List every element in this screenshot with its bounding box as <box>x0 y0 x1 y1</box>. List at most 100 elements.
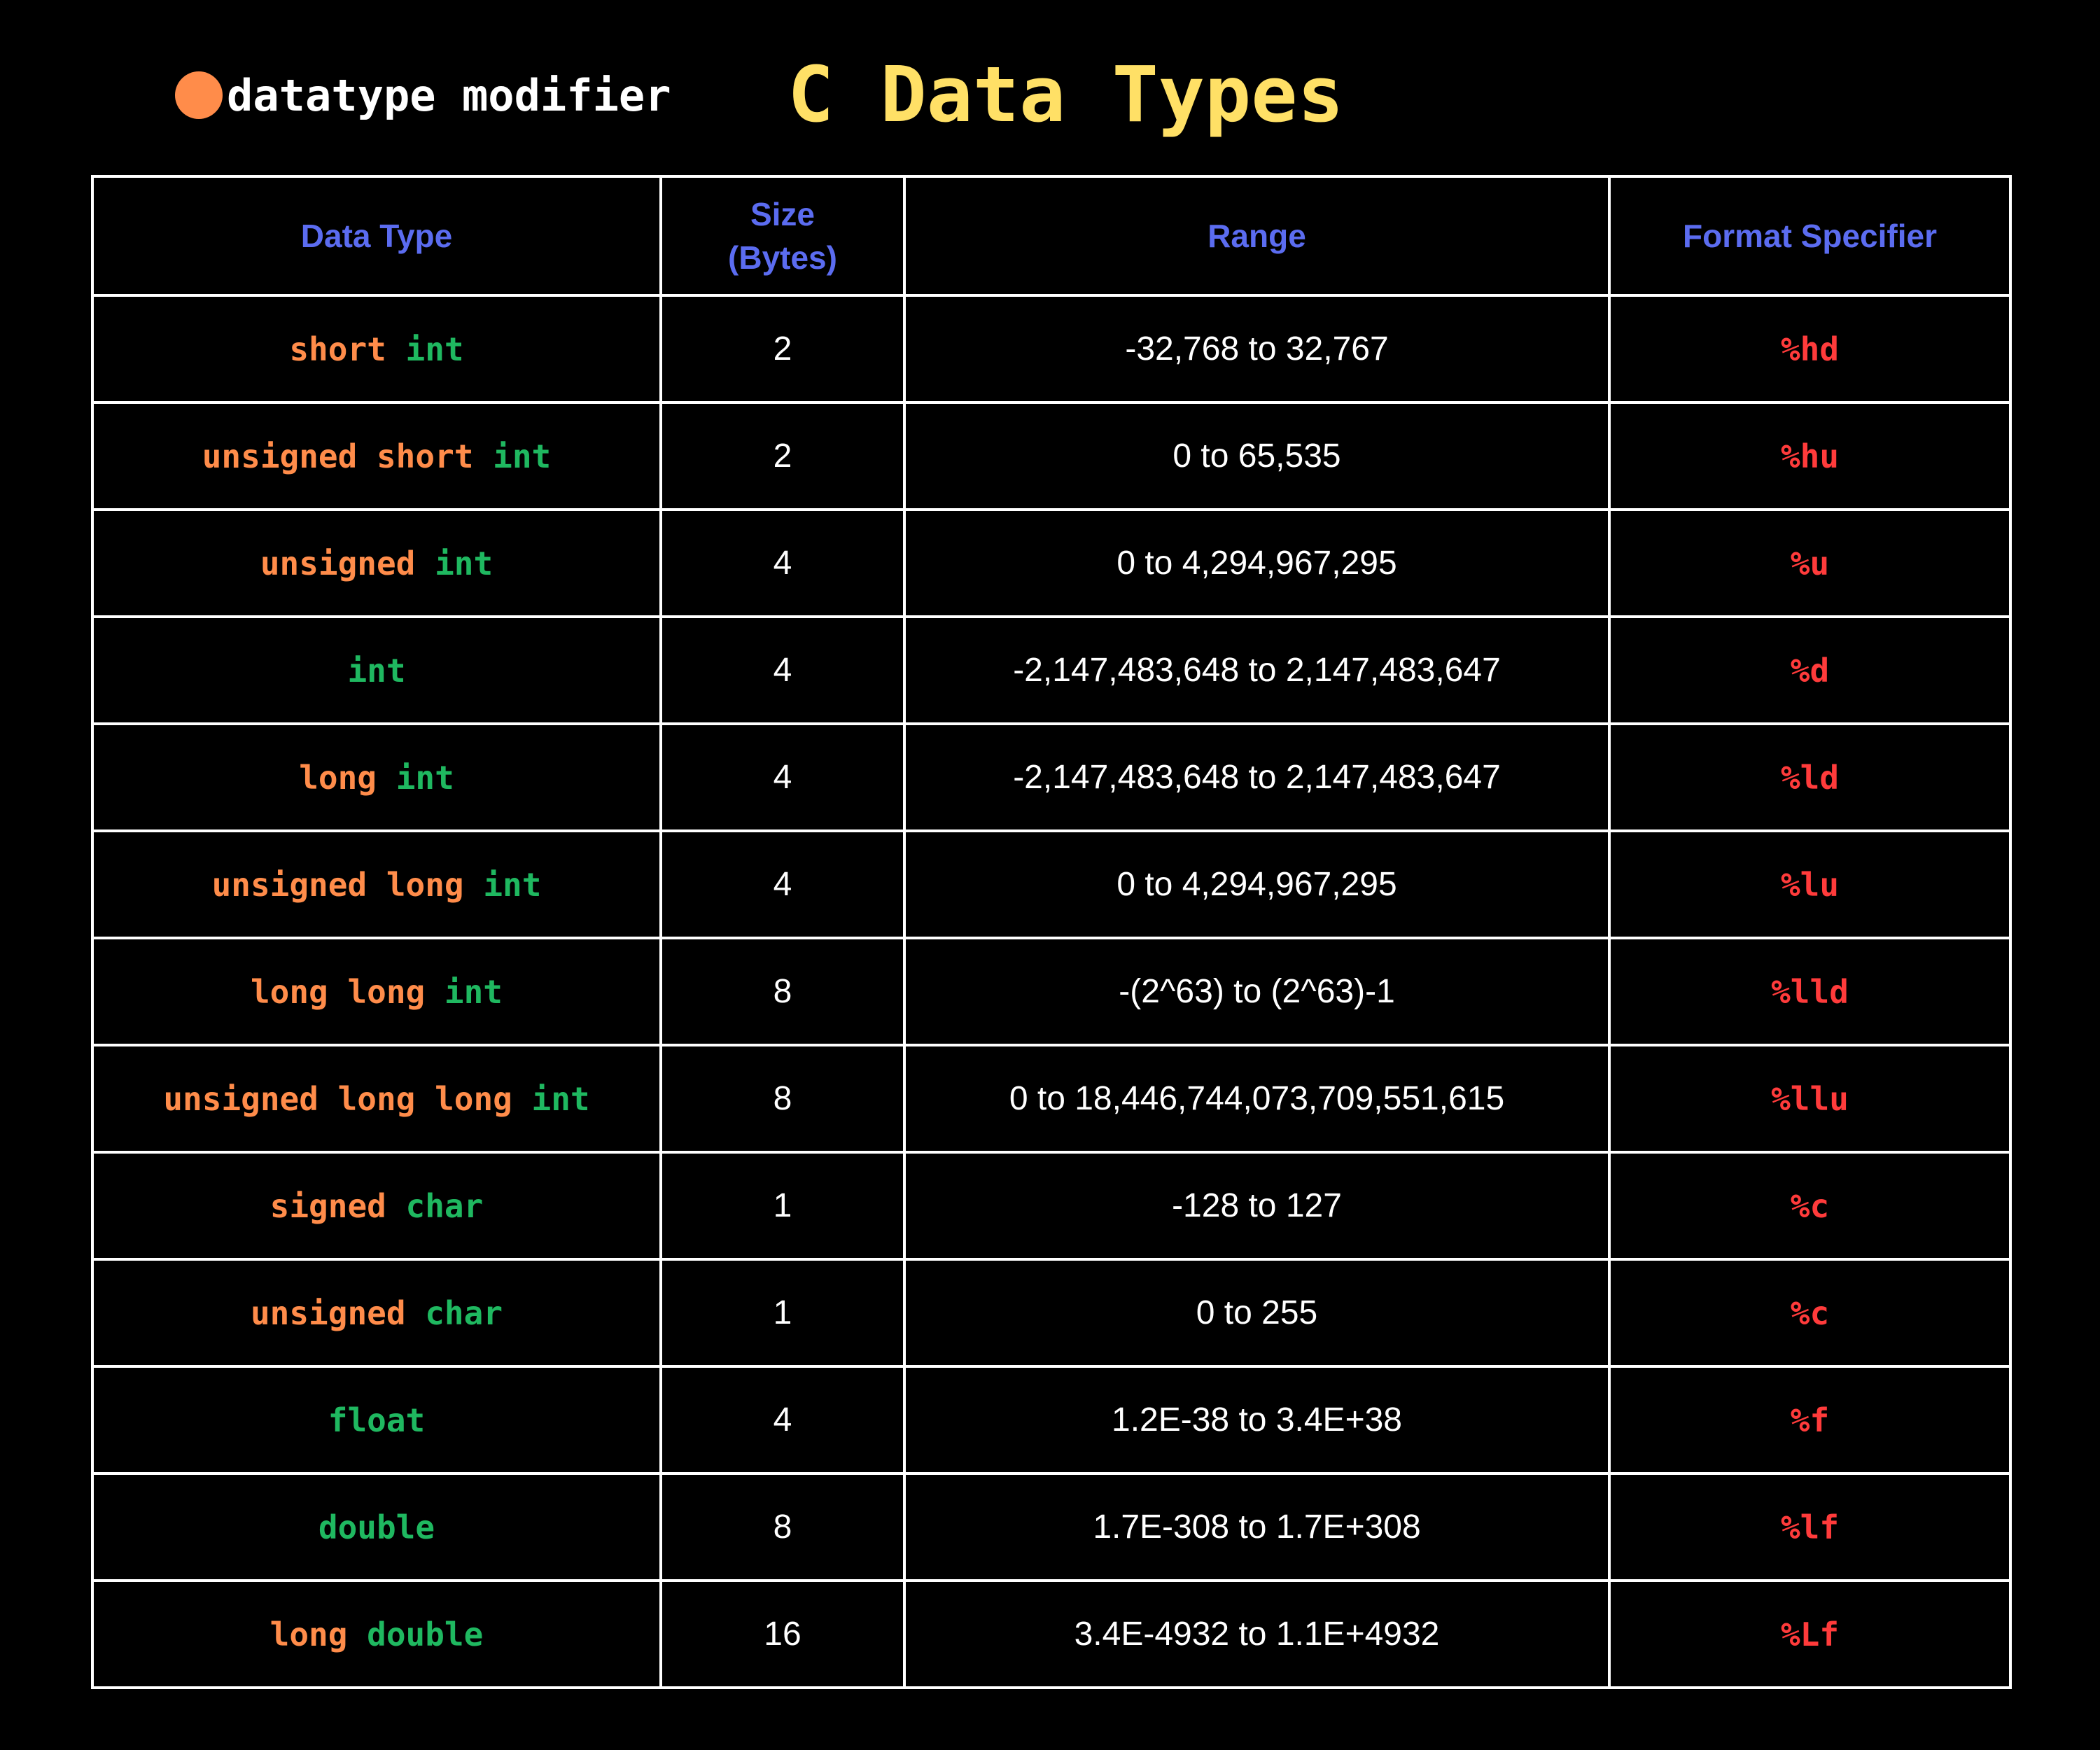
datatype-modifier: unsigned long <box>211 865 464 904</box>
datatype-base: int <box>493 437 552 475</box>
table-row: unsigned short int 2 0 to 65,535 %hu <box>91 401 2012 511</box>
cell-format-specifier: %f <box>1608 1365 2012 1475</box>
legend: datatype modifier <box>175 67 671 123</box>
cell-range: 0 to 255 <box>903 1258 1611 1368</box>
datatype-modifier: long long <box>250 972 426 1011</box>
cell-data-type: int <box>91 615 662 725</box>
cell-format-specifier: %lu <box>1608 830 2012 939</box>
page-title: C Data Types <box>788 50 1344 139</box>
datatype-base: char <box>405 1186 484 1225</box>
cell-format-specifier: %llu <box>1608 1044 2012 1154</box>
table-row: long int 4 -2,147,483,648 to 2,147,483,647… <box>91 722 2012 832</box>
table-row: long long int 8 -(2^63) to (2^63)-1 %lld <box>91 937 2012 1046</box>
datatype-base: int <box>483 865 542 904</box>
cell-range: 3.4E-4932 to 1.1E+4932 <box>903 1579 1611 1689</box>
cell-data-type: long double <box>91 1579 662 1689</box>
table-header-row: Data Type Size (Bytes) Range Format Spec… <box>91 175 2012 297</box>
header-data-type: Data Type <box>91 175 662 297</box>
datatype-modifier: signed <box>270 1186 386 1225</box>
cell-range: -(2^63) to (2^63)-1 <box>903 937 1611 1046</box>
cell-format-specifier: %c <box>1608 1151 2012 1261</box>
datatype-modifier: unsigned <box>260 544 416 582</box>
cell-range: 1.7E-308 to 1.7E+308 <box>903 1472 1611 1582</box>
cell-size: 4 <box>659 508 906 618</box>
datatype-modifier: long <box>299 758 377 797</box>
cell-format-specifier: %Lf <box>1608 1579 2012 1689</box>
datatype-base: int <box>347 651 406 690</box>
cell-size: 4 <box>659 722 906 832</box>
cell-data-type: float <box>91 1365 662 1475</box>
cell-size: 2 <box>659 294 906 404</box>
data-types-table: Data Type Size (Bytes) Range Format Spec… <box>91 175 2012 1689</box>
table-row: double 8 1.7E-308 to 1.7E+308 %lf <box>91 1472 2012 1582</box>
header-format-specifier: Format Specifier <box>1608 175 2012 297</box>
table-row: unsigned long int 4 0 to 4,294,967,295 %lu <box>91 830 2012 939</box>
datatype-base: char <box>425 1294 503 1332</box>
cell-size: 8 <box>659 1472 906 1582</box>
table-row: int 4 -2,147,483,648 to 2,147,483,647 %d <box>91 615 2012 725</box>
datatype-modifier: unsigned <box>250 1294 406 1332</box>
header-size-line2: (Bytes) <box>728 239 837 276</box>
cell-range: 0 to 65,535 <box>903 401 1611 511</box>
header-range: Range <box>903 175 1611 297</box>
header-size: Size (Bytes) <box>659 175 906 297</box>
cell-range: 0 to 4,294,967,295 <box>903 830 1611 939</box>
cell-data-type: long long int <box>91 937 662 1046</box>
cell-size: 4 <box>659 615 906 725</box>
datatype-modifier: unsigned long long <box>163 1079 512 1118</box>
header-size-line1: Size <box>750 196 816 232</box>
cell-range: 0 to 18,446,744,073,709,551,615 <box>903 1044 1611 1154</box>
cell-range: -2,147,483,648 to 2,147,483,647 <box>903 615 1611 725</box>
datatype-modifier: short <box>289 330 386 368</box>
cell-range: 0 to 4,294,967,295 <box>903 508 1611 618</box>
cell-size: 2 <box>659 401 906 511</box>
datatype-base: double <box>318 1508 435 1546</box>
cell-range: 1.2E-38 to 3.4E+38 <box>903 1365 1611 1475</box>
legend-label: datatype modifier <box>227 69 671 121</box>
datatype-base: int <box>444 972 503 1011</box>
cell-size: 8 <box>659 937 906 1046</box>
cell-data-type: long int <box>91 722 662 832</box>
table-row: unsigned int 4 0 to 4,294,967,295 %u <box>91 508 2012 618</box>
legend-dot-icon <box>175 71 223 119</box>
table-row: unsigned long long int 8 0 to 18,446,744,0… <box>91 1044 2012 1154</box>
cell-format-specifier: %hd <box>1608 294 2012 404</box>
cell-data-type: unsigned long long int <box>91 1044 662 1154</box>
datatype-base: int <box>396 758 454 797</box>
cell-format-specifier: %hu <box>1608 401 2012 511</box>
table-row: unsigned char 1 0 to 255 %c <box>91 1258 2012 1368</box>
cell-range: -32,768 to 32,767 <box>903 294 1611 404</box>
datatype-base: int <box>405 330 464 368</box>
cell-format-specifier: %c <box>1608 1258 2012 1368</box>
datatype-base: int <box>435 544 493 582</box>
cell-format-specifier: %lf <box>1608 1472 2012 1582</box>
table-row: float 4 1.2E-38 to 3.4E+38 %f <box>91 1365 2012 1475</box>
datatype-base: double <box>367 1615 484 1653</box>
cell-size: 4 <box>659 1365 906 1475</box>
datatype-modifier: long <box>270 1615 348 1653</box>
cell-range: -2,147,483,648 to 2,147,483,647 <box>903 722 1611 832</box>
datatype-base: int <box>531 1079 590 1118</box>
cell-data-type: double <box>91 1472 662 1582</box>
cell-size: 4 <box>659 830 906 939</box>
cell-range: -128 to 127 <box>903 1151 1611 1261</box>
cell-format-specifier: %ld <box>1608 722 2012 832</box>
cell-data-type: unsigned char <box>91 1258 662 1368</box>
cell-data-type: signed char <box>91 1151 662 1261</box>
cell-format-specifier: %d <box>1608 615 2012 725</box>
cell-size: 16 <box>659 1579 906 1689</box>
table-row: short int 2 -32,768 to 32,767 %hd <box>91 294 2012 404</box>
cell-data-type: unsigned int <box>91 508 662 618</box>
cell-data-type: unsigned short int <box>91 401 662 511</box>
cell-data-type: short int <box>91 294 662 404</box>
table-row: signed char 1 -128 to 127 %c <box>91 1151 2012 1261</box>
cell-size: 8 <box>659 1044 906 1154</box>
datatype-base: float <box>328 1401 426 1439</box>
cell-format-specifier: %lld <box>1608 937 2012 1046</box>
table-row: long double 16 3.4E-4932 to 1.1E+4932 %Lf <box>91 1579 2012 1689</box>
cell-data-type: unsigned long int <box>91 830 662 939</box>
cell-size: 1 <box>659 1151 906 1261</box>
cell-size: 1 <box>659 1258 906 1368</box>
datatype-modifier: unsigned short <box>202 437 474 475</box>
cell-format-specifier: %u <box>1608 508 2012 618</box>
